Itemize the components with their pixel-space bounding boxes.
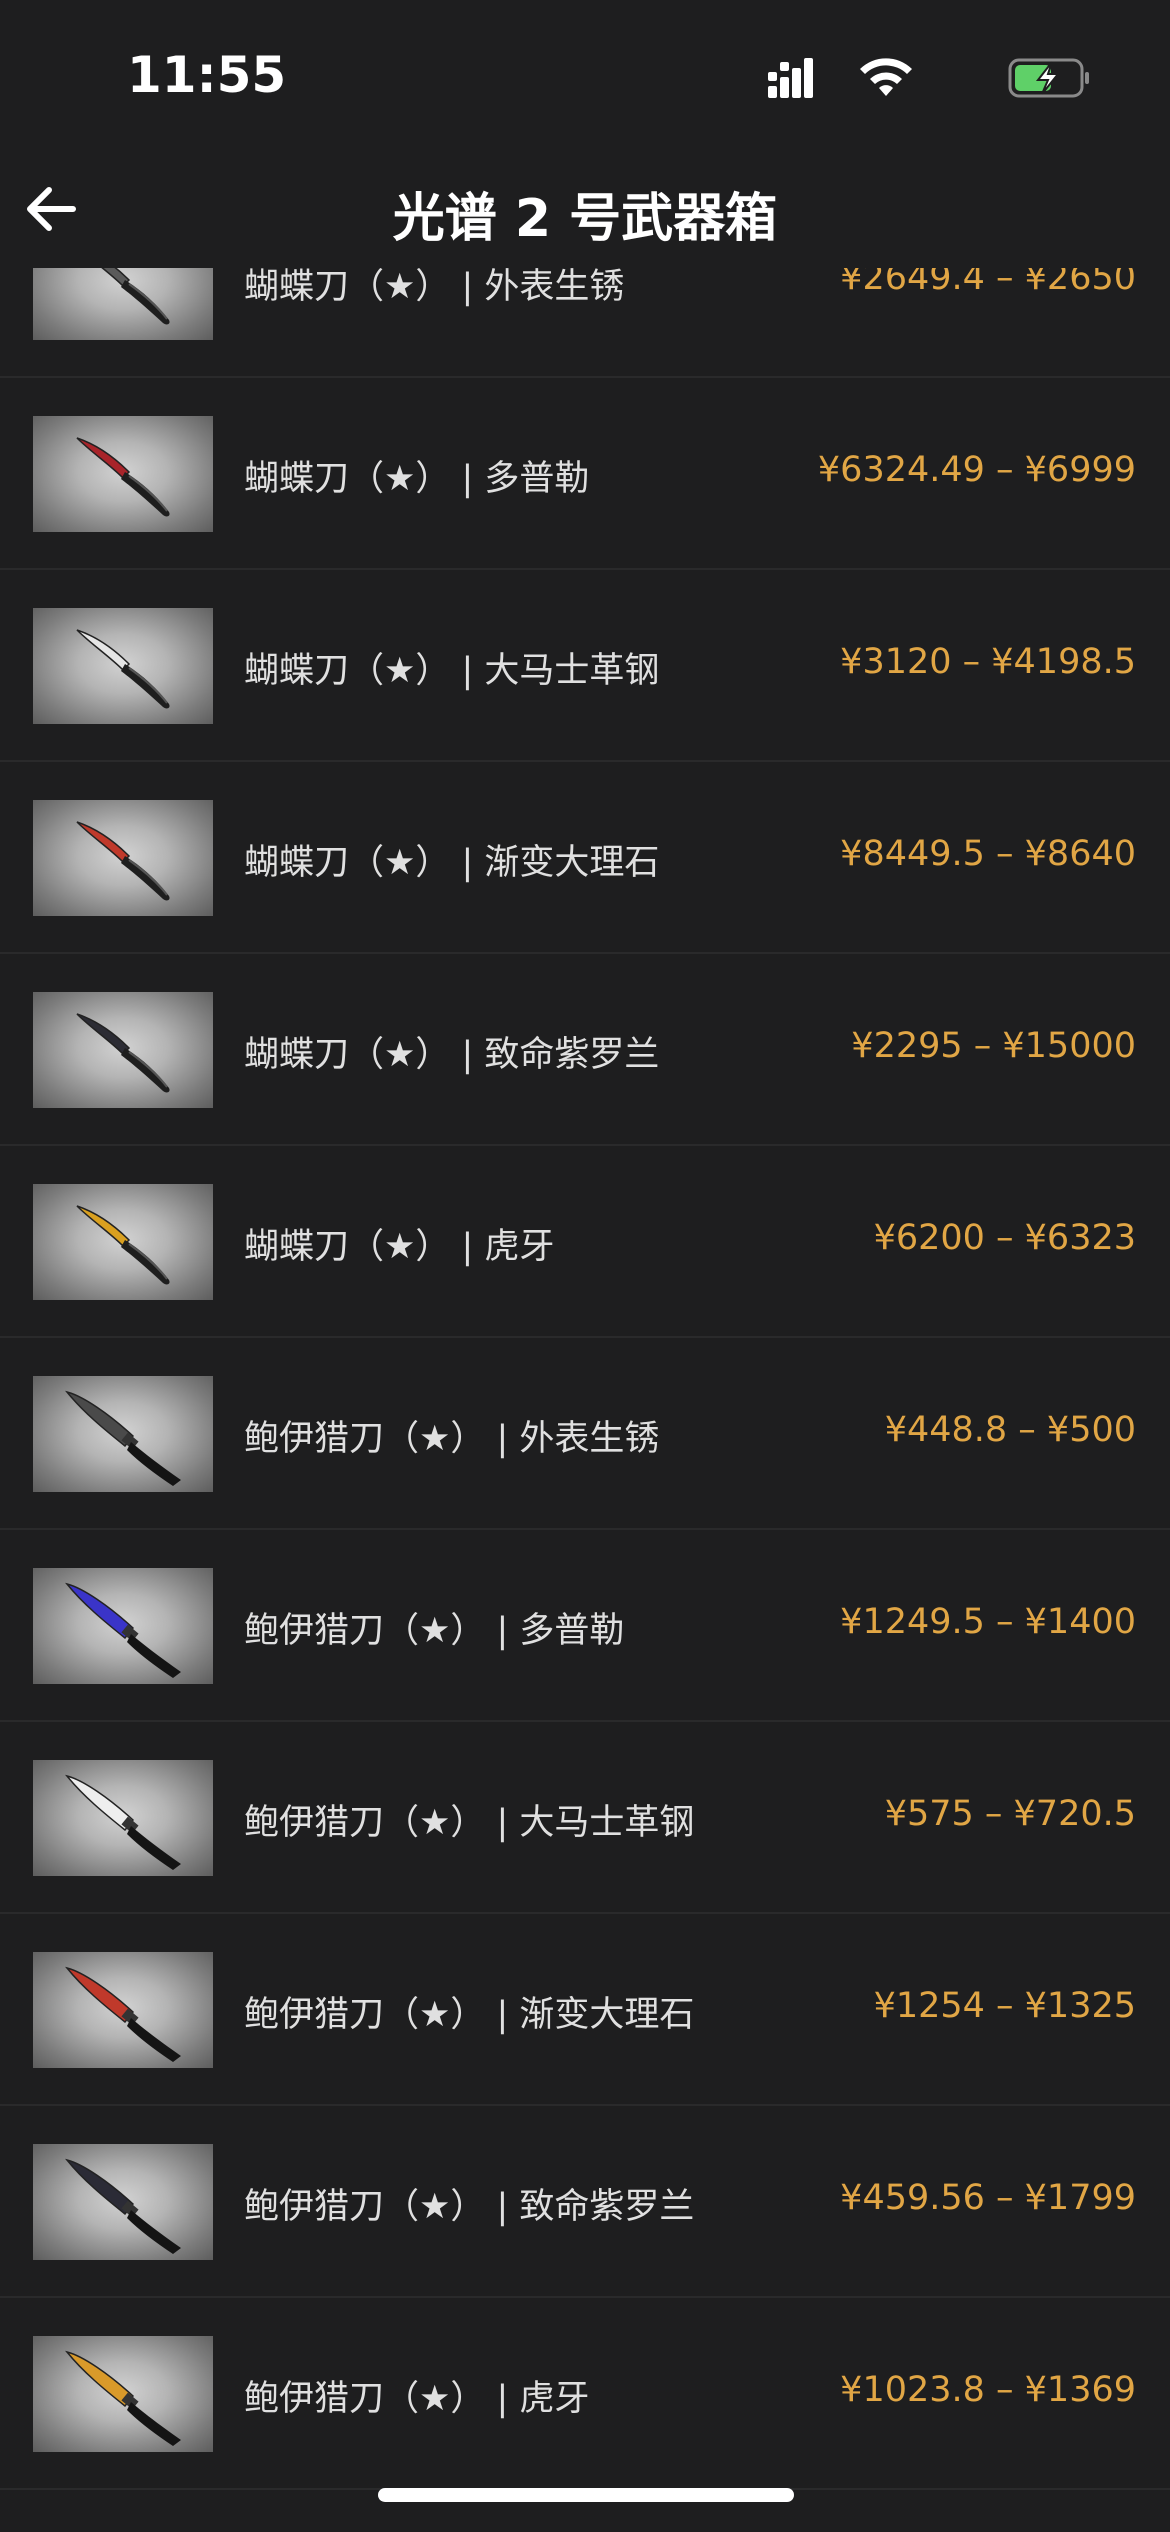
item-name: 蝴蝶刀（★） | 渐变大理石 (244, 843, 660, 883)
knife-thumbnail (33, 2336, 213, 2452)
item-price: ¥1254 – ¥1325 (873, 1986, 1136, 2026)
knife-thumbnail (33, 1760, 213, 1876)
butterfly-knife-icon (76, 1205, 170, 1285)
list-item[interactable]: 鲍伊猎刀（★） | 致命紫罗兰 ¥459.56 – ¥1799 (0, 2106, 1170, 2298)
list-item[interactable]: 蝴蝶刀（★） | 渐变大理石 ¥8449.5 – ¥8640 (0, 762, 1170, 954)
item-price: ¥1023.8 – ¥1369 (840, 2370, 1136, 2410)
item-name: 鲍伊猎刀（★） | 多普勒 (244, 1611, 625, 1651)
wifi-icon (860, 58, 912, 96)
knife-thumbnail (33, 800, 213, 916)
knife-thumbnail (33, 416, 213, 532)
bowie-knife-icon (65, 2158, 181, 2254)
knife-thumbnail (33, 1184, 213, 1300)
knife-thumbnail (33, 1568, 213, 1684)
butterfly-knife-icon (76, 629, 170, 709)
bowie-knife-icon (65, 1390, 181, 1486)
item-price: ¥3120 – ¥4198.5 (840, 642, 1136, 682)
battery-charging-icon (1008, 58, 1089, 98)
list-item[interactable]: 鲍伊猎刀（★） | 多普勒 ¥1249.5 – ¥1400 (0, 1530, 1170, 1722)
bowie-knife-icon (65, 1582, 181, 1678)
item-name: 鲍伊猎刀（★） | 大马士革钢 (244, 1803, 695, 1843)
bowie-knife-icon (65, 2350, 181, 2446)
knife-thumbnail (33, 1952, 213, 2068)
item-name: 蝴蝶刀（★） | 致命紫罗兰 (244, 1035, 660, 1075)
item-price: ¥575 – ¥720.5 (884, 1794, 1136, 1834)
list-item[interactable]: 蝴蝶刀（★） | 致命紫罗兰 ¥2295 – ¥15000 (0, 954, 1170, 1146)
list-item[interactable]: 鲍伊猎刀（★） | 大马士革钢 ¥575 – ¥720.5 (0, 1722, 1170, 1914)
item-name: 鲍伊猎刀（★） | 外表生锈 (244, 1419, 660, 1459)
butterfly-knife-icon (76, 1013, 170, 1093)
butterfly-knife-icon (76, 437, 170, 517)
knife-thumbnail (33, 2144, 213, 2260)
knife-thumbnail (33, 1376, 213, 1492)
page-title: 光谱 2 号武器箱 (392, 189, 778, 249)
signal-icon (768, 58, 813, 98)
item-name: 鲍伊猎刀（★） | 虎牙 (244, 2379, 590, 2419)
item-price: ¥459.56 – ¥1799 (840, 2178, 1136, 2218)
list-item[interactable]: 鲍伊猎刀（★） | 渐变大理石 ¥1254 – ¥1325 (0, 1914, 1170, 2106)
item-price: ¥1249.5 – ¥1400 (840, 1602, 1136, 1642)
item-list[interactable]: 蝴蝶刀（★） | 外表生锈 ¥2649.4 – ¥2650 蝴蝶刀（★） | 多普勒… (0, 186, 1170, 2490)
knife-thumbnail (33, 992, 213, 1108)
item-name: 蝴蝶刀（★） | 大马士革钢 (244, 651, 660, 691)
bowie-knife-icon (65, 1966, 181, 2062)
item-price: ¥6324.49 – ¥6999 (817, 450, 1136, 490)
item-price: ¥8449.5 – ¥8640 (840, 834, 1136, 874)
list-item[interactable]: 蝴蝶刀（★） | 多普勒 ¥6324.49 – ¥6999 (0, 378, 1170, 570)
item-price: ¥448.8 – ¥500 (884, 1410, 1136, 1450)
item-price: ¥2295 – ¥15000 (851, 1026, 1136, 1066)
status-icons (760, 52, 1090, 102)
list-item[interactable]: 鲍伊猎刀（★） | 外表生锈 ¥448.8 – ¥500 (0, 1338, 1170, 1530)
home-indicator[interactable] (378, 2488, 794, 2502)
list-item[interactable]: 鲍伊猎刀（★） | 虎牙 ¥1023.8 – ¥1369 (0, 2298, 1170, 2490)
item-name: 鲍伊猎刀（★） | 致命紫罗兰 (244, 2187, 695, 2227)
item-price: ¥6200 – ¥6323 (873, 1218, 1136, 1258)
status-bar: 11:55 (0, 0, 1170, 150)
status-time: 11:55 (127, 46, 287, 104)
nav-bar: 光谱 2 号武器箱 (0, 150, 1170, 268)
knife-thumbnail (33, 608, 213, 724)
list-item[interactable]: 蝴蝶刀（★） | 虎牙 ¥6200 – ¥6323 (0, 1146, 1170, 1338)
item-name: 鲍伊猎刀（★） | 渐变大理石 (244, 1995, 695, 2035)
bowie-knife-icon (65, 1774, 181, 1870)
butterfly-knife-icon (76, 821, 170, 901)
list-item[interactable]: 蝴蝶刀（★） | 大马士革钢 ¥3120 – ¥4198.5 (0, 570, 1170, 762)
item-name: 蝴蝶刀（★） | 虎牙 (244, 1227, 555, 1267)
item-name: 蝴蝶刀（★） | 多普勒 (244, 459, 590, 499)
